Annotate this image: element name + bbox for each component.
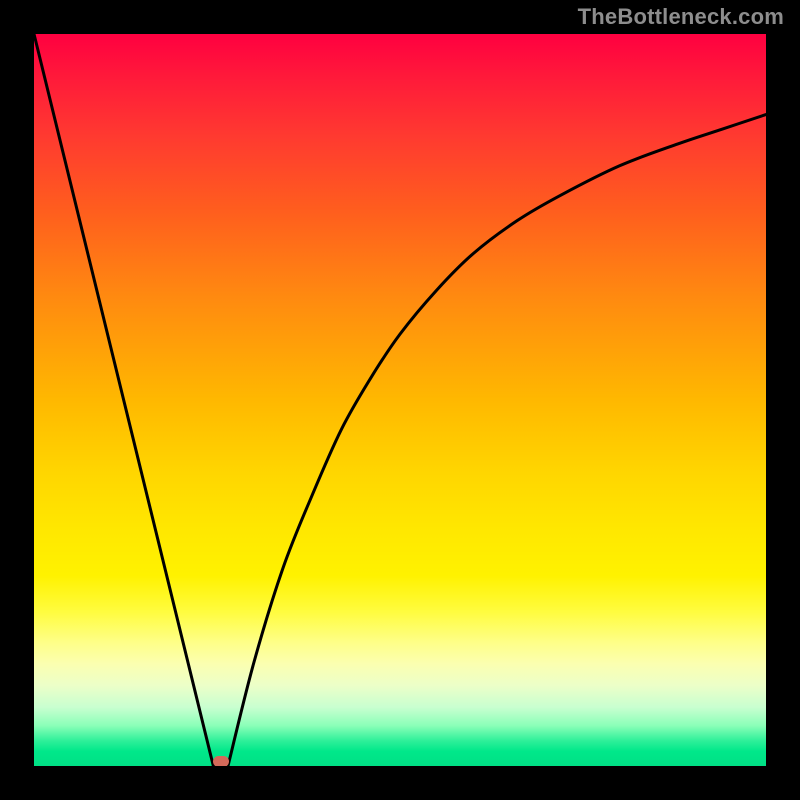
bottleneck-curve (34, 34, 766, 766)
chart-frame: TheBottleneck.com (0, 0, 800, 800)
plot-area (34, 34, 766, 766)
watermark-text: TheBottleneck.com (578, 4, 784, 30)
optimum-marker (213, 756, 229, 766)
